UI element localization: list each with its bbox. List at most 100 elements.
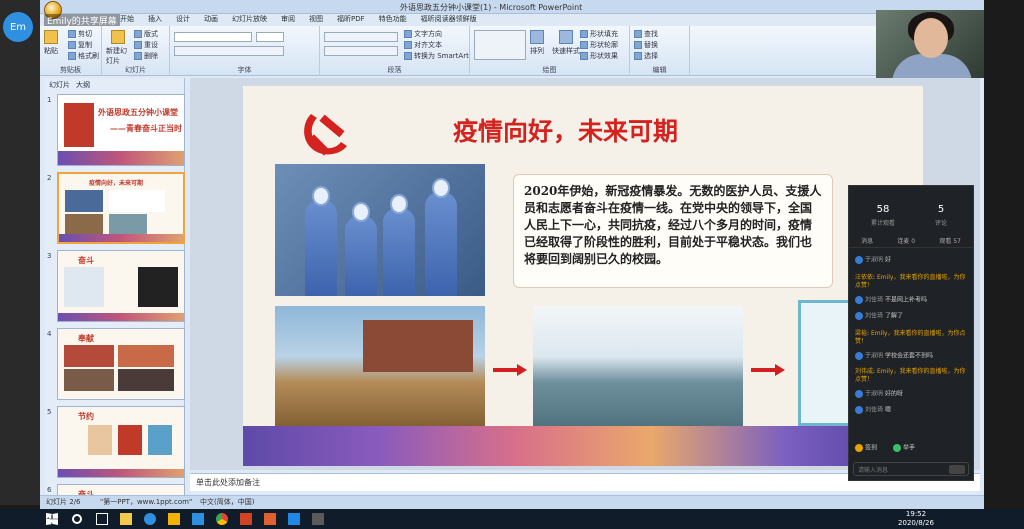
- tab-design[interactable]: 设计: [176, 14, 190, 26]
- new-slide-icon: [111, 30, 125, 44]
- panel-tabs: 幻灯片 大纲: [49, 80, 90, 90]
- tab-foxit-pdf[interactable]: 福昕PDF: [337, 14, 365, 26]
- person-figure: [345, 216, 377, 296]
- browser-icon[interactable]: [144, 513, 156, 525]
- shape-effects-button[interactable]: 形状效果: [580, 51, 618, 61]
- meeting-right-strip: [984, 0, 1024, 509]
- smartart-button[interactable]: 转换为 SmartArt: [404, 51, 469, 61]
- app-icon[interactable]: [312, 513, 324, 525]
- chat-message: 梁裕: Emily，我来看你的直播啦，为你点赞！: [855, 330, 966, 345]
- webcam-person: [914, 18, 948, 58]
- tab-home[interactable]: 开始: [120, 14, 134, 26]
- group-font: 字体: [170, 26, 320, 76]
- tab-review[interactable]: 审阅: [281, 14, 295, 26]
- thumb-graphic: [64, 267, 104, 307]
- replace-button[interactable]: 替换: [634, 40, 658, 50]
- font-style-buttons[interactable]: [174, 46, 284, 56]
- slide-thumbnail-5[interactable]: 节约: [57, 406, 185, 478]
- chat-tabs: 消息 连麦 0 观看 57: [849, 234, 973, 248]
- app-icon[interactable]: [192, 513, 204, 525]
- format-painter-button[interactable]: 格式刷: [68, 51, 99, 61]
- tab-slides[interactable]: 幻灯片: [49, 80, 70, 90]
- thumb-number: 4: [47, 330, 52, 338]
- stat-viewers: 58 累计观看: [870, 204, 895, 227]
- align-text-button[interactable]: 对齐文本: [404, 40, 442, 50]
- slide-thumbnail-2[interactable]: 疫情向好，未来可期: [57, 172, 185, 244]
- thumb-photo: [65, 190, 103, 212]
- delete-button[interactable]: 删除: [134, 51, 158, 61]
- tab-outline[interactable]: 大纲: [76, 80, 90, 90]
- slide-count: 幻灯片 2/6: [46, 498, 81, 506]
- clipboard-icon: [44, 30, 58, 44]
- shape-outline-button[interactable]: 形状轮廓: [580, 40, 618, 50]
- delete-icon: [134, 52, 142, 60]
- meeting-app-icon[interactable]: [288, 513, 300, 525]
- tab-features[interactable]: 特色功能: [379, 14, 407, 26]
- person-figure: [305, 200, 337, 296]
- raise-hand-button[interactable]: 举手: [893, 444, 915, 453]
- app-icon[interactable]: [264, 513, 276, 525]
- windows-taskbar: [0, 509, 1024, 529]
- paragraph-buttons[interactable]: [324, 32, 398, 42]
- thumb-photo: [109, 214, 147, 236]
- sign-in-button[interactable]: 签到: [855, 444, 877, 453]
- skyline-band: [58, 469, 184, 477]
- cut-button[interactable]: 剪切: [68, 29, 92, 39]
- presenter-avatar[interactable]: Em: [3, 12, 33, 42]
- slide-thumbnail-1[interactable]: 外语思政五分钟小课堂 ——青春奋斗正当时: [57, 94, 185, 166]
- user-avatar: [855, 390, 863, 398]
- tab-insert[interactable]: 插入: [148, 14, 162, 26]
- slide-title[interactable]: 疫情向好，未来可期: [453, 112, 678, 148]
- select-button[interactable]: 选择: [634, 51, 658, 61]
- taskbar-clock[interactable]: 19:52 2020/8/26: [896, 510, 936, 528]
- group-label: 幻灯片: [125, 66, 146, 74]
- shapes-gallery[interactable]: [474, 30, 526, 60]
- arrange-button[interactable]: 排列: [530, 30, 544, 56]
- clock-time: 19:52: [905, 510, 927, 518]
- copy-icon: [68, 41, 76, 49]
- powerpoint-icon[interactable]: [240, 513, 252, 525]
- tab-messages[interactable]: 消息: [861, 236, 873, 245]
- quick-styles-button[interactable]: 快速样式: [552, 30, 580, 56]
- copy-button[interactable]: 复制: [68, 40, 92, 50]
- search-icon[interactable]: [72, 514, 82, 524]
- send-button[interactable]: [949, 465, 965, 474]
- tab-view[interactable]: 视图: [309, 14, 323, 26]
- windows-start-icon[interactable]: [46, 513, 58, 525]
- thumb-number: 6: [47, 486, 52, 494]
- app-icon[interactable]: [168, 513, 180, 525]
- file-explorer-icon[interactable]: [120, 513, 132, 525]
- hand-icon: [893, 444, 902, 452]
- new-slide-button[interactable]: 新建幻灯片: [106, 30, 130, 66]
- font-family-select[interactable]: [174, 32, 252, 42]
- tab-co-host[interactable]: 连麦 0: [897, 236, 915, 245]
- paste-button[interactable]: 粘贴: [44, 30, 58, 56]
- find-button[interactable]: 查找: [634, 29, 658, 39]
- skyline-band: [58, 313, 184, 321]
- alignment-buttons[interactable]: [324, 46, 398, 56]
- layout-button[interactable]: 版式: [134, 29, 158, 39]
- slide-thumbnail-3[interactable]: 奋斗: [57, 250, 185, 322]
- shape-fill-button[interactable]: 形状填充: [580, 29, 618, 39]
- tab-animation[interactable]: 动画: [204, 14, 218, 26]
- tab-viewers[interactable]: 观看 57: [939, 236, 961, 245]
- campus-lake-photo[interactable]: [533, 306, 743, 433]
- arrow-right-icon: [493, 368, 519, 372]
- chat-input[interactable]: 请输入消息: [853, 462, 969, 476]
- thumb-photo: [138, 267, 178, 307]
- task-view-icon[interactable]: [96, 513, 108, 525]
- text-direction-button[interactable]: 文字方向: [404, 29, 442, 39]
- chrome-icon[interactable]: [216, 513, 228, 525]
- powerpoint-window: 外语思政五分钟小课堂(1) - Microsoft PowerPoint Emi…: [40, 0, 984, 509]
- medical-staff-photo[interactable]: [275, 164, 485, 296]
- thumb-photo: [65, 214, 103, 236]
- current-slide[interactable]: 疫情向好，未来可期 2020年伊始，新冠疫情暴发。无数的医护人员、支援人员和志愿…: [243, 86, 923, 466]
- slide-thumbnail-4[interactable]: 奉献: [57, 328, 185, 400]
- slide-body-text[interactable]: 2020年伊始，新冠疫情暴发。无数的医护人员、支援人员和志愿者奋斗在疫情一线。在…: [513, 174, 833, 288]
- font-size-select[interactable]: [256, 32, 284, 42]
- tab-foxit-reader[interactable]: 福昕阅读器领鲜版: [421, 14, 477, 26]
- tab-slideshow[interactable]: 幻灯片放映: [232, 14, 267, 26]
- campus-building-photo[interactable]: [275, 306, 485, 433]
- person-head: [390, 194, 408, 214]
- reset-button[interactable]: 重设: [134, 40, 158, 50]
